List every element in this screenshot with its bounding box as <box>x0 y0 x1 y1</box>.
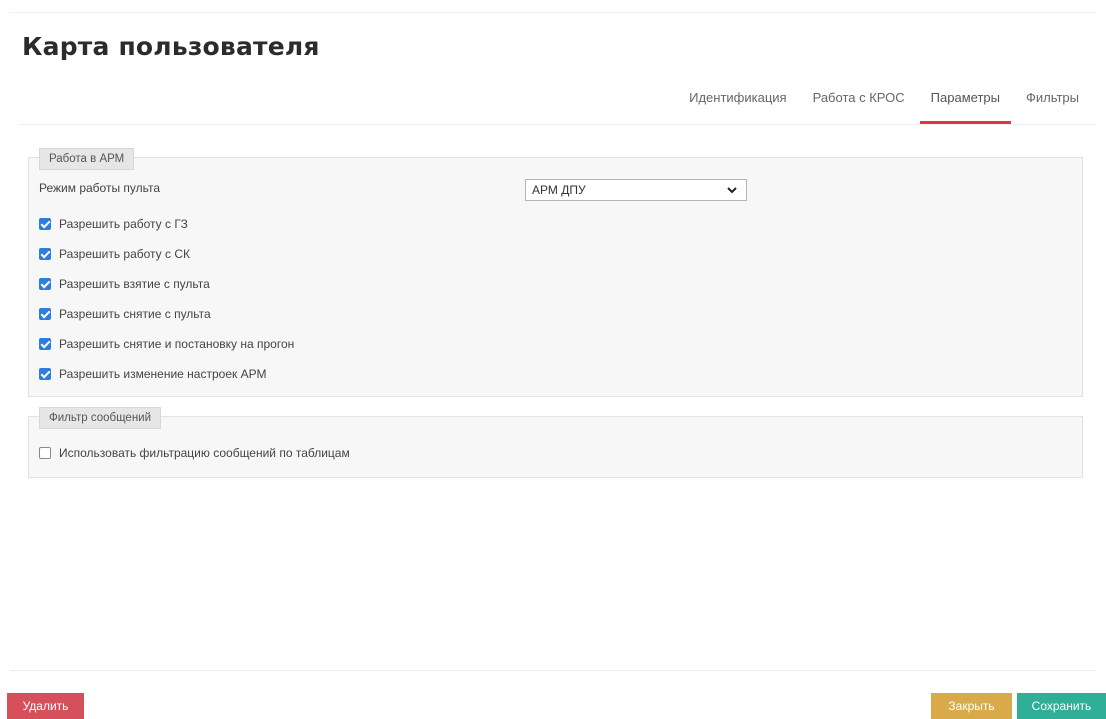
checkbox-disarm-console[interactable] <box>39 308 51 320</box>
tabs-divider <box>20 124 1096 125</box>
option-label-disarm-console: Разрешить снятие с пульта <box>59 307 211 321</box>
tab-kros[interactable]: Работа с КРОС <box>800 80 918 124</box>
mode-select-value: АРМ ДПУ <box>532 183 586 197</box>
mode-label: Режим работы пульта <box>39 181 161 195</box>
option-row-disarm-console[interactable]: Разрешить снятие с пульта <box>39 307 211 321</box>
chevron-down-icon <box>727 187 737 194</box>
option-row-arm-settings[interactable]: Разрешить изменение настроек АРМ <box>39 367 266 381</box>
checkbox-gz[interactable] <box>39 218 51 230</box>
checkbox-test-run[interactable] <box>39 338 51 350</box>
filter-group-legend: Фильтр сообщений <box>39 407 162 429</box>
checkbox-arm-settings[interactable] <box>39 368 51 380</box>
checkbox-table-filter[interactable] <box>39 447 51 459</box>
option-row-arm-console[interactable]: Разрешить взятие с пульта <box>39 277 210 291</box>
footer-divider <box>10 670 1096 671</box>
option-label-gz: Разрешить работу с ГЗ <box>59 217 188 231</box>
option-row-table-filter[interactable]: Использовать фильтрацию сообщений по таб… <box>39 446 350 460</box>
option-label-arm-console: Разрешить взятие с пульта <box>59 277 210 291</box>
tab-parameters[interactable]: Параметры <box>918 80 1013 124</box>
option-row-test-run[interactable]: Разрешить снятие и постановку на прогон <box>39 337 294 351</box>
tab-bar: Идентификация Работа с КРОС Параметры Фи… <box>676 80 1092 124</box>
tab-filters[interactable]: Фильтры <box>1013 80 1092 124</box>
mode-select[interactable]: АРМ ДПУ <box>525 179 747 201</box>
close-button[interactable]: Закрыть <box>931 693 1012 719</box>
option-row-sk[interactable]: Разрешить работу с СК <box>39 247 190 261</box>
option-label-table-filter: Использовать фильтрацию сообщений по таб… <box>59 446 350 460</box>
save-button[interactable]: Сохранить <box>1017 693 1106 719</box>
checkbox-sk[interactable] <box>39 248 51 260</box>
message-filter-group: Фильтр сообщений Использовать фильтрацию… <box>28 407 1083 478</box>
top-divider <box>10 12 1096 13</box>
option-row-gz[interactable]: Разрешить работу с ГЗ <box>39 217 188 231</box>
option-label-sk: Разрешить работу с СК <box>59 247 190 261</box>
page-title: Карта пользователя <box>22 32 320 61</box>
arm-group-legend: Работа в АРМ <box>39 148 135 170</box>
arm-settings-group: Работа в АРМ Режим работы пульта АРМ ДПУ… <box>28 148 1083 397</box>
tab-identification[interactable]: Идентификация <box>676 80 799 124</box>
checkbox-arm-console[interactable] <box>39 278 51 290</box>
option-label-test-run: Разрешить снятие и постановку на прогон <box>59 337 295 351</box>
option-label-arm-settings: Разрешить изменение настроек АРМ <box>59 367 267 381</box>
delete-button[interactable]: Удалить <box>7 693 84 719</box>
